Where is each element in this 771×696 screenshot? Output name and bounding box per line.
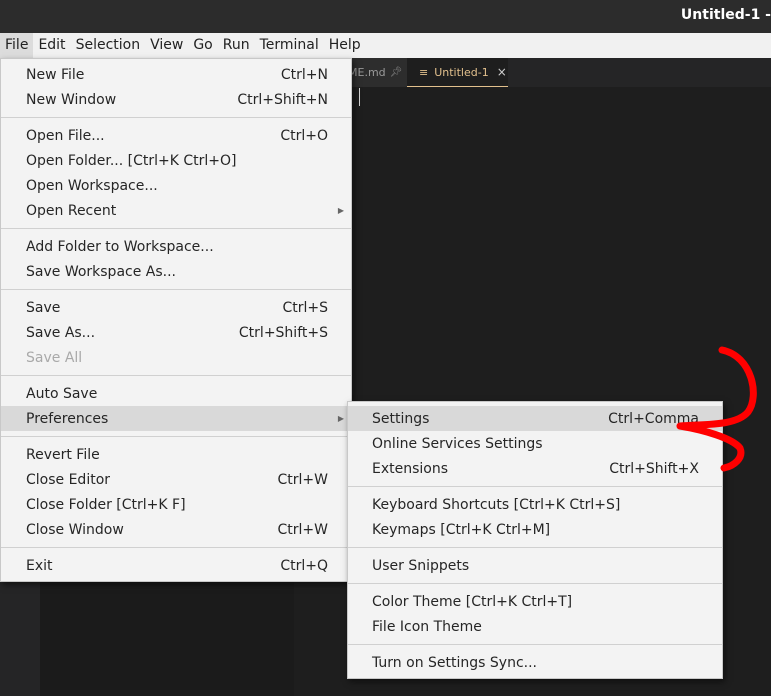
menu-edit[interactable]: Edit [33, 33, 70, 58]
menu-run[interactable]: Run [218, 33, 255, 58]
menu-item-open-folder[interactable]: Open Folder... [Ctrl+K Ctrl+O] [1, 148, 351, 173]
menu-separator [348, 486, 722, 487]
window-titlebar: Untitled-1 - [0, 0, 771, 33]
menu-separator [1, 547, 351, 548]
menu-item-settings[interactable]: Settings Ctrl+Comma [348, 406, 722, 431]
menu-help[interactable]: Help [324, 33, 366, 58]
menu-separator [1, 117, 351, 118]
menu-item-save-as[interactable]: Save As... Ctrl+Shift+S [1, 320, 351, 345]
menu-item-open-file[interactable]: Open File... Ctrl+O [1, 123, 351, 148]
preferences-submenu: Settings Ctrl+Comma Online Services Sett… [347, 401, 723, 679]
menu-view[interactable]: View [145, 33, 188, 58]
menu-item-open-recent[interactable]: Open Recent ▶ [1, 198, 351, 223]
menu-item-file-icon-theme[interactable]: File Icon Theme [348, 614, 722, 639]
file-lines-icon: ≡ [419, 65, 429, 79]
menu-item-save-all: Save All [26, 349, 83, 366]
menu-separator [348, 644, 722, 645]
menu-item-auto-save[interactable]: Auto Save [1, 381, 351, 406]
menu-item-user-snippets[interactable]: User Snippets [348, 553, 722, 578]
menu-separator [348, 547, 722, 548]
menu-item-close-window[interactable]: Close Window Ctrl+W [1, 517, 351, 542]
menu-item-close-editor[interactable]: Close Editor Ctrl+W [1, 467, 351, 492]
tab-readme-label: ME.md [348, 66, 386, 79]
menubar: File Edit Selection View Go Run Terminal… [0, 33, 771, 59]
menu-separator [348, 583, 722, 584]
menu-item-save[interactable]: Save Ctrl+S [1, 295, 351, 320]
menu-item-exit[interactable]: Exit Ctrl+Q [1, 553, 351, 578]
close-icon[interactable]: × [497, 65, 507, 79]
menu-separator [1, 436, 351, 437]
menu-item-open-workspace[interactable]: Open Workspace... [1, 173, 351, 198]
menu-item-settings-sync[interactable]: Turn on Settings Sync... [348, 650, 722, 675]
tab-readme[interactable]: ME.md 📌︎ [344, 58, 411, 87]
tab-untitled-label: Untitled-1 [434, 65, 489, 79]
menu-item-new-window[interactable]: New Window Ctrl+Shift+N [1, 87, 351, 112]
file-menu: New File Ctrl+N New Window Ctrl+Shift+N … [0, 58, 352, 582]
chevron-right-icon: ▶ [337, 414, 344, 423]
chevron-right-icon: ▶ [337, 206, 344, 215]
menu-separator [1, 228, 351, 229]
menu-item-save-workspace-as[interactable]: Save Workspace As... [1, 259, 351, 284]
menu-item-color-theme[interactable]: Color Theme [Ctrl+K Ctrl+T] [348, 589, 722, 614]
menu-separator [1, 289, 351, 290]
menu-item-close-folder[interactable]: Close Folder [Ctrl+K F] [1, 492, 351, 517]
menu-terminal[interactable]: Terminal [255, 33, 324, 58]
menu-item-keymaps[interactable]: Keymaps [Ctrl+K Ctrl+M] [348, 517, 722, 542]
pin-icon[interactable]: 📌︎ [390, 67, 403, 78]
menu-selection[interactable]: Selection [71, 33, 146, 58]
menu-item-keyboard-shortcuts[interactable]: Keyboard Shortcuts [Ctrl+K Ctrl+S] [348, 492, 722, 517]
tab-untitled-1[interactable]: ≡ Untitled-1 × [407, 58, 508, 87]
editor-tabs: ME.md 📌︎ ≡ Untitled-1 × [294, 58, 771, 87]
menu-item-extensions[interactable]: Extensions Ctrl+Shift+X [348, 456, 722, 481]
menu-item-add-folder[interactable]: Add Folder to Workspace... [1, 234, 351, 259]
menu-item-revert-file[interactable]: Revert File [1, 442, 351, 467]
menu-separator [1, 375, 351, 376]
menu-item-online-services-settings[interactable]: Online Services Settings [348, 431, 722, 456]
menu-go[interactable]: Go [188, 33, 217, 58]
text-cursor [359, 88, 360, 106]
menu-item-new-file[interactable]: New File Ctrl+N [1, 62, 351, 87]
menu-item-preferences[interactable]: Preferences ▶ [1, 406, 351, 431]
window-title: Untitled-1 - [680, 7, 771, 23]
menu-file[interactable]: File [0, 33, 34, 58]
